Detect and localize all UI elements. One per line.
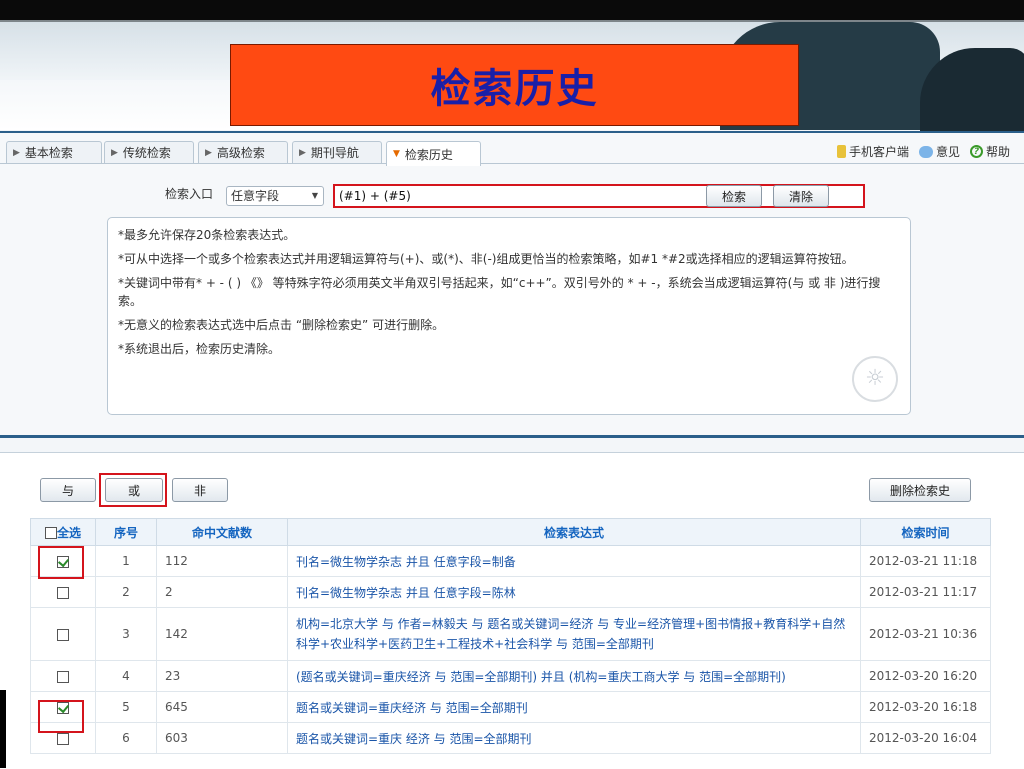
slide-title-box: 检索历史	[230, 44, 799, 126]
row-checkbox-cell	[30, 660, 96, 692]
row-expression-link[interactable]: (题名或关键词=重庆经济 与 范围=全部期刊) 并且 (机构=重庆工商大学 与 …	[287, 660, 861, 692]
opinion-link[interactable]: 意见	[918, 143, 960, 160]
row-expression-link[interactable]: 题名或关键词=重庆 经济 与 范围=全部期刊	[287, 722, 861, 754]
field-select[interactable]: 任意字段 ▼	[226, 186, 324, 206]
tab-search-history[interactable]: ▼ 检索历史	[386, 141, 481, 166]
link-label: 意见	[935, 145, 960, 159]
row-expression-link[interactable]: 刊名=微生物学杂志 并且 任意字段=制备	[287, 545, 861, 577]
table-row: 3 142 机构=北京大学 与 作者=林毅夫 与 题名或关键词=经济 与 专业=…	[30, 607, 991, 661]
row-hits: 603	[156, 722, 288, 754]
history-table: 全选 序号 命中文献数 检索表达式 检索时间 1 112 刊名=微生物学杂志 并…	[30, 518, 991, 754]
row-checkbox[interactable]	[57, 586, 69, 599]
row-time: 2012-03-21 10:36	[860, 607, 991, 661]
tab-label: 期刊导航	[310, 146, 359, 160]
tip-text: *关键词中带有* + - ( ) 《》 等特殊字符必须用英文半角双引号括起来，如…	[118, 276, 881, 308]
mobile-client-link[interactable]: 手机客户端	[836, 143, 909, 160]
help-icon: ?	[969, 145, 983, 158]
tips-box: *最多允许保存20条检索表达式。 *可从中选择一个或多个检索表达式并用逻辑运算符…	[107, 217, 911, 415]
tab-label: 检索历史	[404, 147, 453, 162]
opinion-icon	[918, 145, 933, 158]
and-button[interactable]: 与	[40, 478, 96, 502]
highlight-box	[99, 473, 167, 507]
header-label: 全选	[56, 525, 81, 540]
row-hits: 142	[156, 607, 288, 661]
table-row: 5 645 题名或关键词=重庆经济 与 范围=全部期刊 2012-03-20 1…	[30, 691, 991, 723]
help-link[interactable]: ? 帮助	[969, 143, 1010, 160]
row-expression-link[interactable]: 刊名=微生物学杂志 并且 任意字段=陈林	[287, 576, 861, 608]
tip-text: *可从中选择一个或多个检索表达式并用逻辑运算符与(+)、或(*)、非(-)组成更…	[118, 252, 854, 266]
row-checkbox-cell	[30, 607, 96, 661]
not-button[interactable]: 非	[172, 478, 228, 502]
select-all-checkbox[interactable]	[44, 527, 57, 539]
row-checkbox[interactable]	[57, 628, 69, 641]
row-checkbox-cell	[30, 576, 96, 608]
table-row: 6 603 题名或关键词=重庆 经济 与 范围=全部期刊 2012-03-20 …	[30, 722, 991, 754]
row-time: 2012-03-20 16:20	[860, 660, 991, 692]
header-time: 检索时间	[860, 518, 991, 546]
tab-arrow-icon: ▶	[299, 147, 306, 158]
tab-label: 基本检索	[24, 146, 73, 160]
search-entry-label: 检索入口	[165, 187, 214, 201]
lightbulb-icon: ☼	[852, 356, 898, 402]
row-hits: 2	[156, 576, 288, 608]
tab-basic-search[interactable]: ▶ 基本检索	[6, 141, 102, 163]
background-shape	[0, 690, 6, 768]
tab-label: 传统检索	[122, 146, 171, 160]
row-time: 2012-03-20 16:04	[860, 722, 991, 754]
clear-button[interactable]: 清除	[773, 185, 829, 207]
tab-arrow-icon: ▶	[205, 147, 212, 158]
tab-bar: ▶ 基本检索 ▶ 传统检索 ▶ 高级检索 ▶ 期刊导航 ▼ 检索历史 手机客户端 意见 ?…	[0, 139, 1024, 166]
highlight-box	[38, 700, 84, 733]
search-button[interactable]: 检索	[706, 185, 762, 207]
chevron-down-icon: ▼	[311, 191, 318, 200]
row-time: 2012-03-21 11:18	[860, 545, 991, 577]
row-checkbox[interactable]	[57, 670, 69, 683]
row-expression-link[interactable]: 机构=北京大学 与 作者=林毅夫 与 题名或关键词=经济 与 专业=经济管理+图…	[287, 607, 861, 661]
table-header-row: 全选 序号 命中文献数 检索表达式 检索时间	[30, 518, 991, 546]
table-row: 2 2 刊名=微生物学杂志 并且 任意字段=陈林 2012-03-21 11:1…	[30, 576, 991, 608]
header-no: 序号	[95, 518, 157, 546]
tab-traditional-search[interactable]: ▶ 传统检索	[104, 141, 194, 163]
row-time: 2012-03-21 11:17	[860, 576, 991, 608]
field-select-value: 任意字段	[231, 189, 280, 203]
row-no: 6	[95, 722, 157, 754]
row-time: 2012-03-20 16:18	[860, 691, 991, 723]
tab-label: 高级检索	[216, 146, 265, 160]
row-hits: 112	[156, 545, 288, 577]
tab-journal-nav[interactable]: ▶ 期刊导航	[292, 141, 382, 163]
row-no: 1	[95, 545, 157, 577]
header-hits: 命中文献数	[156, 518, 288, 546]
row-expression-link[interactable]: 题名或关键词=重庆经济 与 范围=全部期刊	[287, 691, 861, 723]
row-no: 5	[95, 691, 157, 723]
tip-text: *无意义的检索表达式选中后点击 “删除检索史” 可进行删除。	[118, 318, 445, 332]
slide-title: 检索历史	[430, 65, 599, 112]
top-links: 手机客户端 意见 ? 帮助	[836, 143, 1010, 160]
header-expression: 检索表达式	[287, 518, 861, 546]
highlight-box	[38, 546, 84, 579]
tab-advanced-search[interactable]: ▶ 高级检索	[198, 141, 288, 163]
table-row: 1 112 刊名=微生物学杂志 并且 任意字段=制备 2012-03-21 11…	[30, 545, 991, 577]
row-no: 4	[95, 660, 157, 692]
row-hits: 23	[156, 660, 288, 692]
delete-history-button[interactable]: 删除检索史	[869, 478, 971, 502]
link-label: 帮助	[985, 145, 1010, 159]
row-no: 2	[95, 576, 157, 608]
row-checkbox[interactable]	[57, 732, 69, 745]
select-all-header[interactable]: 全选	[30, 518, 96, 546]
row-no: 3	[95, 607, 157, 661]
phone-icon	[836, 145, 846, 158]
table-row: 4 23 (题名或关键词=重庆经济 与 范围=全部期刊) 并且 (机构=重庆工商…	[30, 660, 991, 692]
row-hits: 645	[156, 691, 288, 723]
tab-arrow-icon: ▶	[13, 147, 20, 158]
history-panel: 与 或 非 删除检索史 全选 序号 命中文献数 检索表达式 检索时间 1 112…	[0, 452, 1024, 769]
search-panel: ▶ 基本检索 ▶ 传统检索 ▶ 高级检索 ▶ 期刊导航 ▼ 检索历史 手机客户端 意见 ?…	[0, 131, 1024, 438]
link-label: 手机客户端	[848, 145, 909, 159]
tab-arrow-icon: ▶	[111, 147, 118, 158]
tip-text: *系统退出后，检索历史清除。	[118, 342, 281, 356]
tab-arrow-down-icon: ▼	[393, 149, 400, 159]
tip-text: *最多允许保存20条检索表达式。	[118, 228, 296, 242]
